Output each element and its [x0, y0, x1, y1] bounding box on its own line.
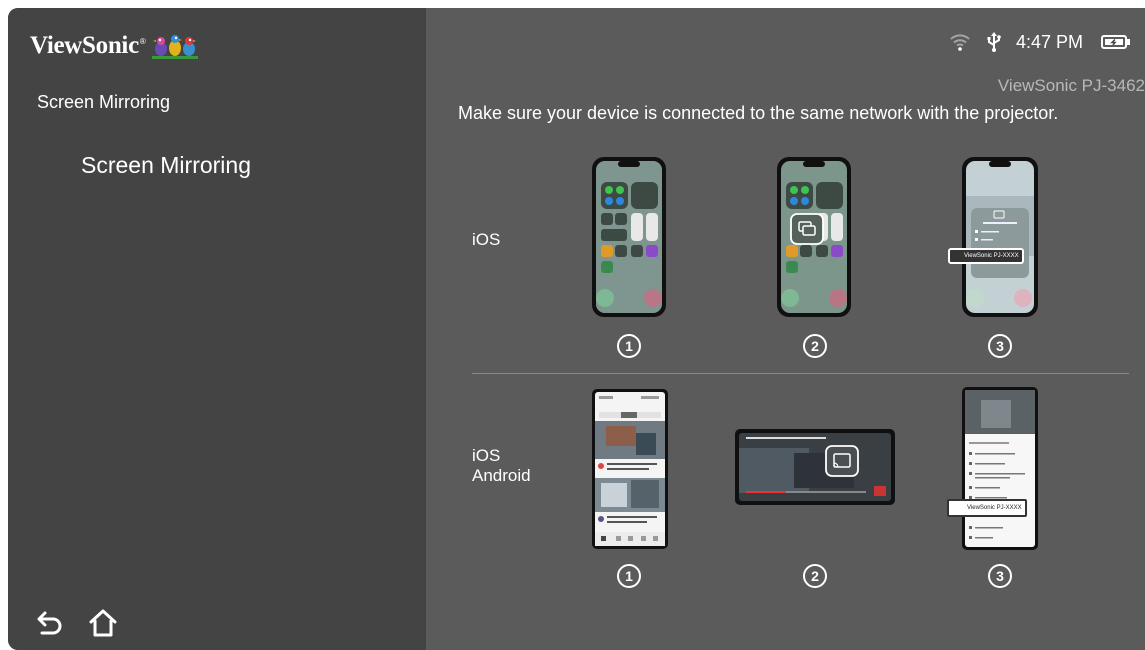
home-icon[interactable]: [88, 608, 118, 638]
sidebar-section-title: Screen Mirroring: [37, 92, 171, 112]
android-step1-phone-illustration: [592, 389, 668, 549]
status-bar: 4:47 PM: [934, 29, 1131, 55]
ios-step3-popup: ViewSonic PJ-XXXX: [948, 248, 1024, 264]
popup-label: ViewSonic PJ-XXXX: [964, 253, 1019, 259]
logo-registered-mark: ®: [139, 37, 146, 46]
ios-step2-phone-illustration: [777, 157, 851, 317]
section-label-ios: iOS: [472, 230, 500, 250]
logo-text: ViewSonic: [30, 32, 139, 59]
os-label-line: Android: [472, 466, 531, 485]
ios-step1-phone-illustration: [592, 157, 666, 317]
battery-icon: [1101, 35, 1130, 49]
step-number-badge: 2: [803, 564, 827, 588]
sidebar-item-screen-mirroring[interactable]: Screen Mirroring: [81, 152, 251, 179]
main-content: 4:47 PM ViewSonic PJ-3462 Make sure your…: [426, 8, 1145, 650]
viewsonic-logo: ViewSonic ®: [30, 30, 198, 60]
android-step3-phone-illustration: [962, 387, 1038, 550]
android-step2-phone-illustration: [735, 429, 895, 505]
step-number-badge: 3: [988, 334, 1012, 358]
usb-icon: [987, 32, 1001, 52]
popup-label: ViewSonic PJ-XXXX: [967, 505, 1022, 511]
android-step3-popup: ViewSonic PJ-XXXX: [947, 499, 1027, 517]
sidebar: ViewSonic ® Screen Mirroring Screen Mirro…: [8, 8, 426, 650]
step-number-badge: 2: [803, 334, 827, 358]
step-number-badge: 1: [617, 334, 641, 358]
section-label-ios-android: iOS Android: [472, 446, 531, 486]
ios-step3-phone-illustration: [962, 157, 1038, 317]
status-time: 4:47 PM: [1015, 31, 1083, 52]
logo-birds-icon: [151, 35, 198, 59]
section-divider: [472, 373, 1129, 374]
step-number-badge: 1: [617, 564, 641, 588]
os-label-line: iOS: [472, 446, 501, 465]
device-name: ViewSonic PJ-3462: [997, 76, 1145, 95]
step-number-badge: 3: [988, 564, 1012, 588]
os-label-line: iOS: [472, 230, 501, 249]
instruction-text: Make sure your device is connected to th…: [458, 103, 1059, 123]
wifi-icon: [950, 34, 970, 51]
back-arrow-icon[interactable]: [36, 610, 64, 636]
app-window: ViewSonic ® Screen Mirroring Screen Mirro…: [8, 8, 1145, 650]
